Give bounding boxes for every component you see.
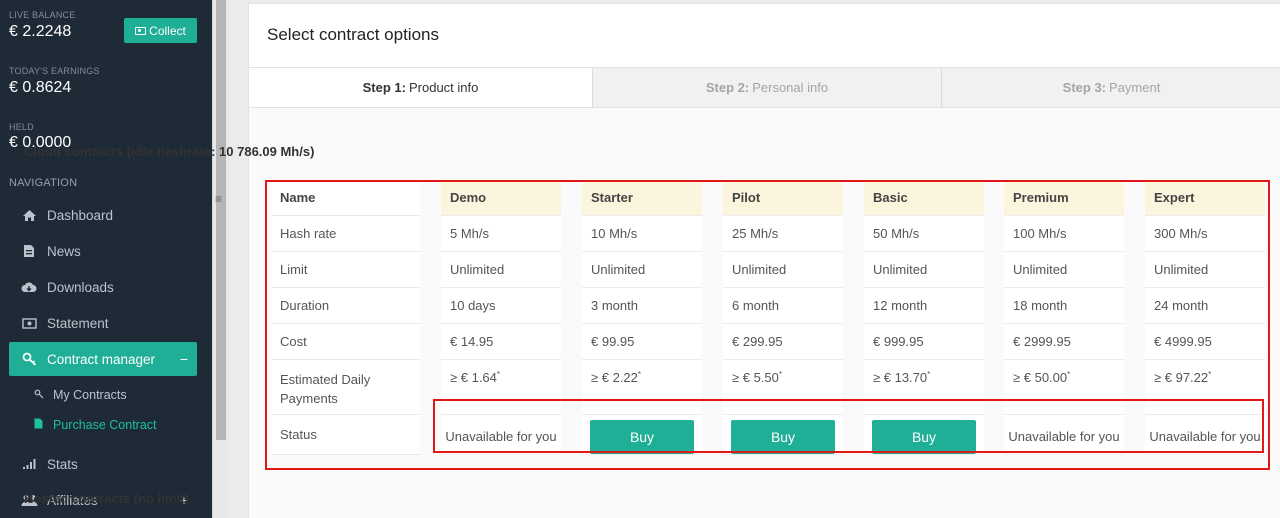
page-title: Select contract options [267,25,439,44]
sub-item-purchase-contract[interactable]: Purchase Contract [34,418,157,432]
step-tabs: Step 1: Product info Step 2: Personal in… [249,67,1280,108]
nav-item-contract-manager[interactable]: Contract manager − [9,342,197,376]
step-prefix: Step 2: [705,80,750,95]
cloud-download-icon [19,281,39,293]
nav-item-stats[interactable]: Stats [9,447,197,481]
sub-item-label: My Contracts [53,388,127,402]
tab-step-2[interactable]: Step 2: Personal info [593,68,942,107]
sub-item-my-contracts[interactable]: My Contracts [34,388,127,402]
document-icon [19,244,39,258]
nav-item-label: Statement [47,315,109,331]
nav-item-label: Contract manager [47,351,156,367]
nav-item-label: Dashboard [47,207,114,223]
step-prefix: Step 1: [362,80,406,95]
menu-toggle-icon[interactable]: ≡ [215,192,222,206]
todays-earnings-label: TODAY'S EARNINGS [9,66,100,76]
collect-button[interactable]: Collect [124,18,197,43]
scrollbar-thumb[interactable] [216,0,226,440]
collect-label: Collect [149,23,186,38]
tab-step-1[interactable]: Step 1: Product info [249,68,593,107]
step-label: Payment [1109,80,1161,95]
nav-item-label: Downloads [47,279,114,295]
cloud-contracts-title: Cloud contracts (idle hashrate: 10 786.0… [24,144,315,159]
signal-icon [19,458,39,470]
highlight-box-status [433,399,1264,453]
file-icon [34,418,46,432]
tab-step-3[interactable]: Step 3: Payment [942,68,1280,107]
navigation-heading: NAVIGATION [9,177,78,189]
sub-item-label: Purchase Contract [53,418,157,432]
nav-item-dashboard[interactable]: Dashboard [9,198,197,232]
live-balance-value: € 2.2248 [9,23,72,40]
nav-item-downloads[interactable]: Downloads [9,270,197,304]
hosted-contracts-title: Hosted contracts (no limit) [24,491,189,506]
key-icon [19,352,39,366]
live-balance-label: LIVE BALANCE [9,10,76,20]
step-prefix: Step 3: [1062,80,1107,95]
money-icon [19,317,39,329]
home-icon [19,209,39,222]
sidebar: LIVE BALANCE € 2.2248 Collect TODAY'S EA… [0,0,212,518]
nav-item-label: Stats [47,456,78,472]
key-icon [34,389,46,402]
step-label: Product info [408,80,479,95]
todays-earnings-value: € 0.8624 [9,79,72,96]
sidebar-scrollbar[interactable] [212,0,229,518]
collapse-icon: − [179,351,188,367]
nav-item-statement[interactable]: Statement [9,306,197,340]
money-icon [135,26,147,35]
held-label: HELD [9,122,34,132]
nav-item-label: News [47,243,81,259]
nav-item-news[interactable]: News [9,234,197,268]
step-label: Personal info [752,80,829,95]
